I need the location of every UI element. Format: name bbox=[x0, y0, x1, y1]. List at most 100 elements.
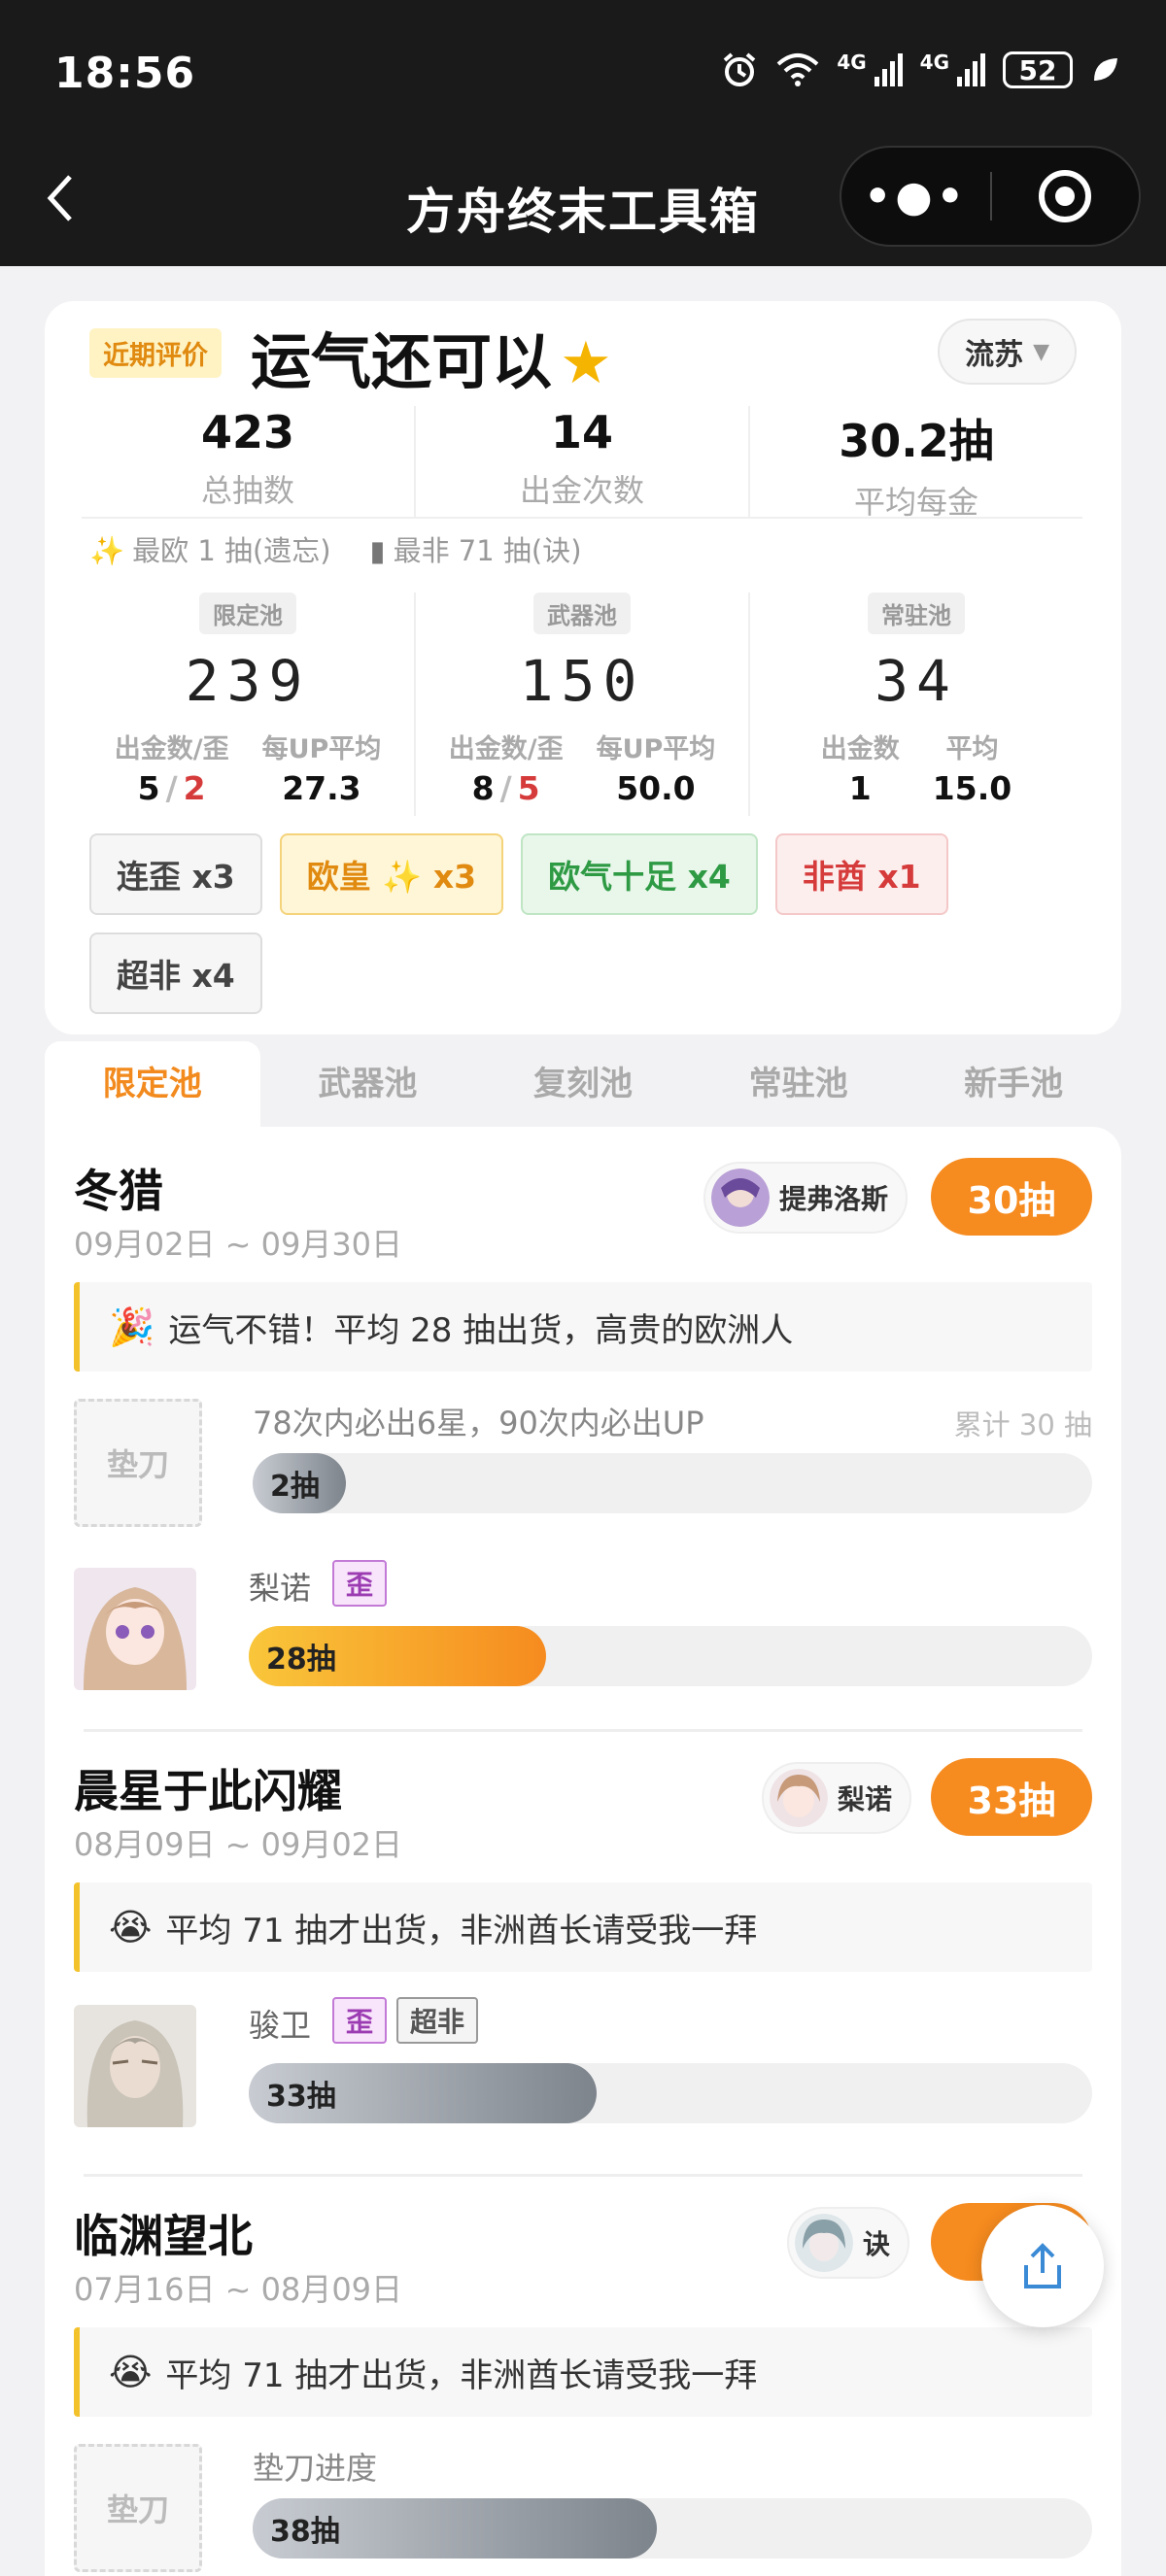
pool-limited: 限定池 239 出金数/歪 5/2 每UP平均 27.3 bbox=[82, 593, 414, 816]
luck-tag: 连歪 x3 bbox=[89, 833, 262, 915]
gold-count-value: 14 bbox=[550, 406, 613, 458]
best-record-text: 最欧 1 抽(遗忘) bbox=[132, 534, 331, 567]
gold-num: 5 bbox=[137, 769, 160, 807]
pool-gold-off: 8/5 bbox=[471, 769, 540, 807]
alarm-icon bbox=[724, 52, 756, 86]
avatar bbox=[770, 1769, 828, 1827]
title-bar: 方舟终末工具箱 •●• bbox=[0, 144, 1166, 266]
very-unlucky-tag: 超非 bbox=[396, 1997, 479, 2044]
character-progress-fill: 33抽 bbox=[249, 2063, 597, 2123]
off-num: 2 bbox=[183, 769, 206, 807]
share-button[interactable] bbox=[981, 2205, 1104, 2327]
gold-count-label: 出金次数 bbox=[519, 472, 644, 509]
avg-per-gold-label: 平均每金 bbox=[853, 484, 978, 521]
battery-icon: 52 bbox=[1003, 51, 1073, 88]
pool-key: 平均 bbox=[945, 734, 999, 764]
luck-message: 😭 平均 71 抽才出货，非洲酋长请受我一拜 bbox=[74, 1882, 1092, 1972]
luck-message: 😭 平均 71 抽才出货，非洲酋长请受我一拜 bbox=[74, 2327, 1092, 2417]
character-tags: 歪超非 bbox=[332, 1997, 479, 2044]
party-icon: 🎉 bbox=[109, 1305, 155, 1348]
avg-per-gold-value: 30.2抽 bbox=[839, 415, 994, 467]
user-select-value: 流苏 bbox=[965, 338, 1024, 372]
star-icon: ★ bbox=[560, 329, 612, 397]
status-icons: 4G 4G 52 bbox=[720, 51, 1119, 89]
summary-card: 近期评价 运气还可以 ★ 流苏 ▼ 423 总抽数 14 出金次数 30.2抽 平均每金 … bbox=[45, 301, 1121, 1034]
signal-icon bbox=[874, 53, 903, 86]
total-pulls: 423 总抽数 bbox=[82, 406, 414, 517]
sparkle-icon: ✨ bbox=[89, 534, 125, 567]
entry-divider bbox=[84, 1729, 1082, 1732]
caret-down-icon: ▼ bbox=[1033, 339, 1049, 364]
tab-weapon[interactable]: 武器池 bbox=[260, 1041, 476, 1127]
luck-message-text: 平均 71 抽才出货，非洲酋长请受我一拜 bbox=[165, 1911, 758, 1950]
pool-tag: 限定池 bbox=[199, 593, 296, 634]
pool-key: 每UP平均 bbox=[596, 734, 716, 764]
target-icon bbox=[1039, 170, 1092, 222]
pad-progress-fill: 38抽 bbox=[253, 2498, 657, 2559]
character-portrait bbox=[74, 1568, 196, 1690]
luck-message: 🎉 运气不错！平均 28 抽出货，高贵的欧洲人 bbox=[74, 1282, 1092, 1372]
character-name: 骏卫 bbox=[249, 2007, 312, 2044]
tab-beginner[interactable]: 新手池 bbox=[906, 1041, 1121, 1127]
eval-text: 运气还可以 ★ bbox=[251, 313, 612, 400]
tab-rerun[interactable]: 复刻池 bbox=[475, 1041, 691, 1127]
more-icon[interactable]: •●• bbox=[841, 172, 990, 221]
pool-total: 34 bbox=[874, 648, 958, 714]
pool-key: 出金数/歪 bbox=[448, 734, 564, 764]
miniapp-capsule: •●• bbox=[840, 146, 1141, 247]
signal-icon-2 bbox=[957, 53, 985, 86]
luck-tag: 欧气十足 x4 bbox=[521, 833, 758, 915]
best-worst-row: ✨ 最欧 1 抽(遗忘) ▮ 最非 71 抽(诀) bbox=[89, 528, 582, 569]
pool-gold: 1 bbox=[848, 769, 872, 807]
close-miniapp-button[interactable] bbox=[992, 170, 1139, 222]
banner-list: 冬猎 09月02日 ~ 09月30日 提弗洛斯 30抽 🎉 运气不错！平均 28 … bbox=[45, 1127, 1121, 2576]
character-progress-track: 28抽 bbox=[249, 1626, 1092, 1686]
banner-name: 晨星于此闪耀 bbox=[74, 1765, 342, 1817]
off-banner-tag: 歪 bbox=[332, 1997, 388, 2044]
pool-tag: 常驻池 bbox=[868, 593, 965, 634]
tab-limited[interactable]: 限定池 bbox=[45, 1041, 260, 1127]
avg-per-gold: 30.2抽平均每金 bbox=[748, 406, 1082, 521]
pool-sub: 出金数/歪 8/5 每UP平均 50.0 bbox=[416, 728, 748, 807]
pull-count-badge: 30抽 bbox=[931, 1158, 1092, 1236]
total-pulls-value: 423 bbox=[200, 406, 295, 458]
eval-text-label: 运气还可以 bbox=[251, 326, 553, 397]
tab-standard[interactable]: 常驻池 bbox=[691, 1041, 907, 1127]
luck-tag: 超非 x4 bbox=[89, 932, 262, 1014]
chip-label: 提弗洛斯 bbox=[779, 1183, 889, 1215]
pool-standard: 常驻池 34 出金数 1 平均 15.0 bbox=[748, 593, 1082, 816]
luck-tag: 非酋 x1 bbox=[774, 833, 948, 915]
pity-rule-text: 78次内必出6星，90次内必出UP bbox=[253, 1405, 704, 1441]
pool-key: 每UP平均 bbox=[261, 734, 382, 764]
up-character-chip: 梨诺 bbox=[762, 1762, 912, 1834]
character-progress-track: 33抽 bbox=[249, 2063, 1092, 2123]
pool-sub: 出金数/歪 5/2 每UP平均 27.3 bbox=[82, 728, 414, 807]
worst-record-text: 最非 71 抽(诀) bbox=[393, 534, 582, 567]
gold-num: 8 bbox=[471, 769, 495, 807]
pad-progress-fill: 2抽 bbox=[253, 1453, 346, 1513]
luck-message-text: 运气不错！平均 28 抽出货，高贵的欧洲人 bbox=[168, 1310, 794, 1350]
pool-avg: 15.0 bbox=[932, 769, 1012, 807]
crying-face-icon: 😭 bbox=[109, 2351, 153, 2393]
pool-avg: 27.3 bbox=[282, 769, 361, 807]
gold-count: 14 出金次数 bbox=[414, 406, 748, 517]
pool-gold-off: 5/2 bbox=[137, 769, 206, 807]
user-select[interactable]: 流苏 ▼ bbox=[938, 319, 1077, 385]
pool-total: 150 bbox=[519, 648, 645, 714]
luck-tags: 连歪 x3 欧皇 ✨ x3 欧气十足 x4 非酋 x1 超非 x4 bbox=[89, 833, 1090, 1014]
wifi-icon bbox=[776, 53, 819, 86]
off-num: 5 bbox=[517, 769, 540, 807]
pull-count-badge: 33抽 bbox=[931, 1758, 1092, 1836]
pool-total: 239 bbox=[185, 648, 311, 714]
status-bar: 18:56 4G 4G 52 bbox=[0, 0, 1166, 144]
pool-key: 出金数/歪 bbox=[114, 734, 229, 764]
pool-stats: 限定池 239 出金数/歪 5/2 每UP平均 27.3 武器池 150 出金数/歪… bbox=[82, 593, 1082, 816]
network-type-1: 4G bbox=[837, 51, 867, 74]
leaf-icon bbox=[1094, 58, 1117, 81]
share-icon bbox=[1024, 2243, 1061, 2288]
pool-key: 出金数 bbox=[820, 734, 900, 764]
banner-name: 临渊望北 bbox=[74, 2210, 253, 2262]
crying-face-icon: 😭 bbox=[109, 1906, 153, 1949]
pool-avg: 50.0 bbox=[616, 769, 696, 807]
best-record: ✨ 最欧 1 抽(遗忘) bbox=[89, 528, 331, 569]
